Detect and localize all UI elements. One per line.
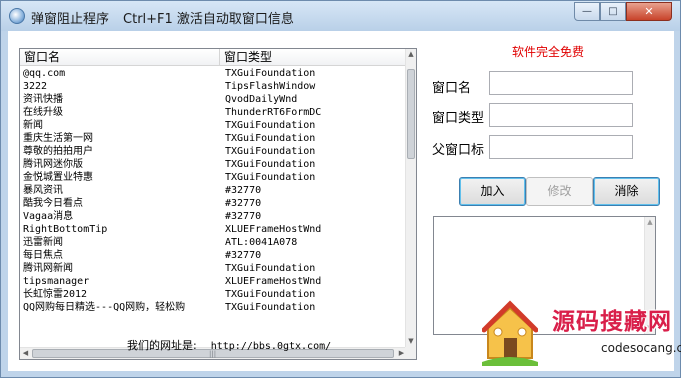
parent-window-label: 父窗口标 [432, 143, 485, 158]
cell-window-type: TXGuiFoundation [225, 159, 316, 170]
cell-window-type: #32770 [225, 211, 262, 222]
clear-button[interactable]: 消除 [593, 177, 660, 206]
cell-window-type: TXGuiFoundation [225, 302, 316, 313]
table-row[interactable]: RightBottomTip XLUEFrameHostWnd [20, 223, 407, 236]
cell-window-type: ATL:0041A078 [225, 237, 298, 248]
cell-window-name: 资讯快播 [23, 94, 63, 105]
list-rows: @qq.com TXGuiFoundation 3222 TipsFlashWindo… [20, 67, 407, 347]
cell-window-type: TXGuiFoundation [225, 172, 316, 183]
column-header-window-name[interactable]: 窗口名 [20, 49, 220, 65]
table-row[interactable]: 迅雷新闻 ATL:0041A078 [20, 236, 407, 249]
table-row[interactable]: 资讯快播 QvodDailyWnd [20, 93, 407, 106]
scroll-up-icon[interactable]: ▲ [645, 217, 655, 228]
cell-window-name: Vagaa消息 [23, 211, 74, 222]
table-row[interactable]: 金悦城置业特惠 TXGuiFoundation [20, 171, 407, 184]
main-window: 弹窗阻止程序 Ctrl+F1 激活自动取窗口信息 — □ ✕ 窗口名 窗口类型 @… [0, 0, 681, 378]
table-row[interactable]: 新闻 TXGuiFoundation [20, 119, 407, 132]
title-bar[interactable]: 弹窗阻止程序 Ctrl+F1 激活自动取窗口信息 — □ ✕ [1, 1, 680, 31]
cell-window-name: 暴风资讯 [23, 185, 63, 196]
window-list[interactable]: 窗口名 窗口类型 @qq.com TXGuiFoundation 3222 TipsF… [19, 48, 417, 360]
cell-window-name: 新闻 [23, 120, 43, 131]
window-title-name: 弹窗阻止程序 [31, 12, 110, 27]
cell-window-name: 金悦城置业特惠 [23, 172, 93, 183]
cell-window-type: XLUEFrameHostWnd [225, 224, 322, 235]
table-row[interactable]: 尊敬的拍拍用户 TXGuiFoundation [20, 145, 407, 158]
cell-window-type: #32770 [225, 185, 262, 196]
table-row[interactable]: 3222 TipsFlashWindow [20, 80, 407, 93]
watermark: 源码搜藏网 codesocang.com [474, 294, 681, 374]
table-row[interactable]: Vagaa消息 #32770 [20, 210, 407, 223]
cell-window-name: QQ网购每日精选---QQ网购，轻松购 [23, 302, 186, 313]
list-header: 窗口名 窗口类型 [20, 49, 407, 66]
cell-window-name: 每日焦点 [23, 250, 63, 261]
cell-window-type: XLUEFrameHostWnd [225, 276, 322, 287]
cell-window-type: TXGuiFoundation [225, 68, 316, 79]
add-button[interactable]: 加入 [459, 177, 526, 206]
cell-window-name: 在线升级 [23, 107, 63, 118]
cell-window-type: TXGuiFoundation [225, 120, 316, 131]
column-header-window-type[interactable]: 窗口类型 [220, 49, 407, 65]
table-row[interactable]: 酷我今日看点 #32770 [20, 197, 407, 210]
site-url-link[interactable]: http://bbs.0gtx.com/ [211, 341, 331, 352]
table-row[interactable]: 腾讯网迷你版 TXGuiFoundation [20, 158, 407, 171]
site-line: 我们的网址是: http://bbs.0gtx.com/ [127, 337, 331, 353]
cell-window-type: QvodDailyWnd [225, 94, 298, 105]
cell-window-name: RightBottomTip [23, 224, 108, 235]
window-name-input[interactable] [489, 71, 633, 95]
parent-window-input[interactable] [489, 135, 633, 159]
cell-window-name: tipsmanager [23, 276, 90, 287]
cell-window-type: TXGuiFoundation [225, 146, 316, 157]
table-row[interactable]: 每日焦点 #32770 [20, 249, 407, 262]
vertical-scrollbar[interactable]: ▲ ▼ [405, 49, 416, 347]
cell-window-type: ThunderRT6FormDC [225, 107, 322, 118]
scroll-up-icon[interactable]: ▲ [406, 49, 416, 60]
cell-window-type: #32770 [225, 250, 262, 261]
edit-button[interactable]: 修改 [526, 177, 593, 206]
cell-window-type: TXGuiFoundation [225, 133, 316, 144]
cell-window-type: #32770 [225, 198, 262, 209]
cell-window-type: TXGuiFoundation [225, 289, 316, 300]
scroll-down-icon[interactable]: ▼ [406, 336, 416, 347]
cell-window-name: 酷我今日看点 [23, 198, 83, 209]
window-name-label: 窗口名 [432, 81, 472, 96]
table-row[interactable]: 在线升级 ThunderRT6FormDC [20, 106, 407, 119]
cell-window-name: 长虹惊雷2012 [23, 289, 88, 300]
scroll-corner [405, 347, 416, 359]
cell-window-name: 迅雷新闻 [23, 237, 63, 248]
window-title: 弹窗阻止程序 Ctrl+F1 激活自动取窗口信息 [31, 8, 294, 27]
table-row[interactable]: QQ网购每日精选---QQ网购，轻松购 TXGuiFoundation [20, 301, 407, 314]
window-title-hint: Ctrl+F1 激活自动取窗口信息 [123, 12, 294, 27]
watermark-url: codesocang.com [601, 341, 681, 355]
close-button[interactable]: ✕ [626, 2, 672, 21]
cell-window-type: TipsFlashWindow [225, 81, 316, 92]
table-row[interactable]: 腾讯网新闻 TXGuiFoundation [20, 262, 407, 275]
table-row[interactable]: tipsmanager XLUEFrameHostWnd [20, 275, 407, 288]
window-type-label: 窗口类型 [432, 111, 485, 126]
table-row[interactable]: 长虹惊雷2012 TXGuiFoundation [20, 288, 407, 301]
site-label: 我们的网址是: [127, 339, 197, 352]
app-icon [9, 8, 25, 24]
cell-window-type: TXGuiFoundation [225, 263, 316, 274]
house-logo-icon [482, 300, 538, 366]
vertical-scroll-thumb[interactable] [407, 69, 415, 159]
cell-window-name: 重庆生活第一网 [23, 133, 93, 144]
table-row[interactable]: 暴风资讯 #32770 [20, 184, 407, 197]
cell-window-name: @qq.com [23, 68, 66, 79]
watermark-brand: 源码搜藏网 [552, 309, 672, 335]
table-row[interactable]: @qq.com TXGuiFoundation [20, 67, 407, 80]
cell-window-name: 腾讯网迷你版 [23, 159, 83, 170]
cell-window-name: 尊敬的拍拍用户 [23, 146, 93, 157]
window-type-input[interactable] [489, 103, 633, 127]
cell-window-name: 腾讯网新闻 [23, 263, 73, 274]
maximize-button[interactable]: □ [600, 2, 626, 21]
cell-window-name: 3222 [23, 81, 48, 92]
table-row[interactable]: 重庆生活第一网 TXGuiFoundation [20, 132, 407, 145]
scroll-left-icon[interactable]: ◀ [20, 348, 31, 359]
free-notice: 软件完全免费 [512, 45, 585, 59]
minimize-button[interactable]: — [574, 2, 600, 21]
